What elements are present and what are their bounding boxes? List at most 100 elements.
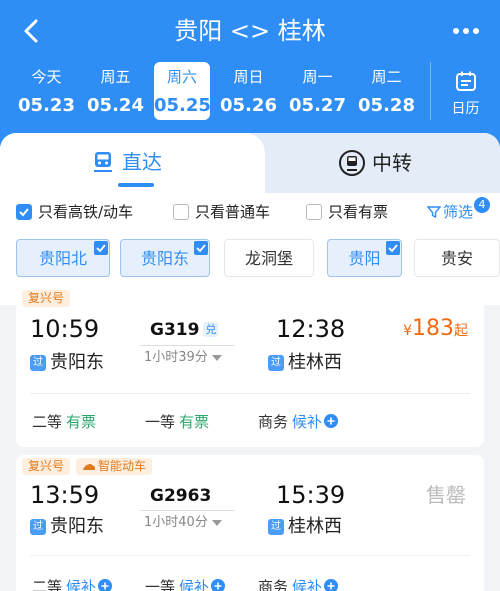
from-station: 过贵阳东: [30, 515, 104, 539]
date-value: 05.25: [154, 95, 211, 116]
price: ¥183起: [403, 315, 468, 345]
checkbox-row: 只看高铁/动车 只看普通车 只看有票 筛选 4: [0, 196, 500, 225]
screen-button[interactable]: 筛选 4: [426, 196, 490, 222]
seat-status: 候补: [66, 577, 97, 591]
filter-regular-checkbox[interactable]: 只看普通车: [173, 201, 270, 222]
train-number: G2963: [150, 485, 211, 507]
date-value: 05.24: [87, 95, 144, 116]
more-icon: [453, 28, 479, 34]
from-station-name: 贵阳东: [50, 352, 104, 373]
date-item-0528[interactable]: 周二 05.28: [352, 62, 421, 120]
direct-train-icon: [94, 152, 112, 172]
station-chip-guiyang[interactable]: 贵阳: [327, 239, 402, 277]
date-item-0527[interactable]: 周一 05.27: [283, 62, 352, 120]
duration[interactable]: 1小时40分: [144, 514, 223, 532]
station-chip-guiyangdong[interactable]: 贵阳东: [120, 239, 210, 277]
train-tag-smart: 智能动车: [76, 458, 153, 475]
price-value: 183: [412, 316, 454, 341]
chip-check-icon: [94, 241, 108, 255]
date-item-0526[interactable]: 周日 05.26: [214, 62, 283, 120]
date-weekday: 周日: [233, 68, 264, 86]
station-chip-label: 贵阳: [348, 249, 381, 268]
duration-text: 1小时39分: [144, 350, 208, 365]
train-number-text: G319: [150, 320, 200, 340]
filter-regular-label: 只看普通车: [195, 203, 271, 221]
station-chip-longdongbao[interactable]: 龙洞堡: [224, 239, 314, 277]
seat-row: 二等 候补 一等 候补 商务 候补: [32, 576, 472, 591]
date-selector: 今天 05.23 周五 05.24 周六 05.25 周日 05.26 周一 05.27 …: [12, 62, 422, 122]
checkbox-checked-icon: [16, 203, 32, 220]
station-chip-guiyangbei[interactable]: 贵阳北: [16, 239, 110, 277]
date-item-0524[interactable]: 周五 05.24: [81, 62, 150, 120]
from-station: 过贵阳东: [30, 351, 104, 375]
seat-first-class[interactable]: 一等 候补: [145, 576, 258, 591]
waitlist-plus-icon: [324, 579, 339, 591]
duration-text: 1小时40分: [144, 515, 208, 530]
filter-funnel-icon: [426, 205, 441, 218]
seat-status: 候补: [292, 577, 323, 591]
tab-direct[interactable]: 直达: [0, 133, 265, 193]
seat-status: 有票: [66, 412, 97, 431]
date-value: 05.27: [289, 95, 346, 116]
screen-label: 筛选: [442, 203, 473, 221]
seat-status: 有票: [179, 412, 210, 431]
date-weekday: 周五: [100, 68, 131, 86]
depart-time: 13:59: [30, 481, 100, 509]
arrive-time: 12:38: [276, 315, 346, 343]
seat-second-class[interactable]: 二等 候补: [32, 576, 145, 591]
seat-first-class: 一等 有票: [145, 411, 258, 431]
train-number-text: G2963: [150, 486, 212, 506]
date-weekday: 周一: [302, 68, 333, 86]
station-chip-label: 贵阳东: [140, 249, 189, 268]
to-station: 过桂林西: [268, 515, 342, 539]
from-station-name: 贵阳东: [50, 516, 104, 537]
more-button[interactable]: [448, 16, 484, 46]
date-value: 05.28: [358, 95, 415, 116]
duration[interactable]: 1小时39分: [144, 349, 223, 367]
station-chip-label: 龙洞堡: [244, 249, 293, 268]
to-station-name: 桂林西: [288, 516, 342, 537]
date-value: 05.26: [220, 95, 277, 116]
tab-transfer[interactable]: 中转: [250, 133, 500, 193]
sold-out-status: 售罄: [426, 483, 466, 507]
seat-class: 商务: [258, 412, 289, 431]
tab-transfer-label: 中转: [372, 151, 412, 175]
via-badge: 过: [268, 355, 284, 371]
exchange-badge: 兑: [203, 322, 219, 337]
seat-status: 候补: [179, 577, 210, 591]
filter-high-speed-checkbox[interactable]: 只看高铁/动车: [16, 201, 133, 222]
train-number: G319 兑: [150, 319, 219, 341]
filter-available-checkbox[interactable]: 只看有票: [306, 201, 388, 222]
date-weekday: 周二: [371, 68, 402, 86]
checkbox-unchecked-icon: [306, 203, 322, 220]
train-card[interactable]: 复兴号 智能动车 13:59 G2963 1小时40分 15:39 售罄 过贵阳…: [16, 455, 484, 591]
to-station: 过桂林西: [268, 351, 342, 375]
waitlist-plus-icon: [98, 579, 113, 591]
smart-train-icon: [83, 463, 96, 470]
seat-class: 二等: [32, 412, 63, 431]
via-badge: 过: [30, 519, 46, 535]
seat-class: 二等: [32, 577, 63, 591]
price-suffix: 起: [454, 323, 468, 339]
date-weekday: 周六: [166, 68, 197, 86]
arrive-time: 15:39: [276, 481, 346, 509]
seat-business-class[interactable]: 商务 候补: [258, 411, 371, 431]
seat-class: 一等: [145, 577, 176, 591]
chip-check-icon: [386, 241, 400, 255]
active-tab-indicator: [118, 183, 154, 187]
date-value: 05.23: [18, 95, 75, 116]
date-item-0523[interactable]: 今天 05.23: [12, 62, 81, 120]
station-chip-guian[interactable]: 贵安: [414, 239, 500, 277]
caret-down-icon: [211, 355, 222, 361]
train-card[interactable]: 复兴号 10:59 G319 兑 1小时39分 12:38 ¥183起 过贵阳东 …: [16, 287, 484, 447]
chip-check-icon: [194, 241, 208, 255]
via-badge: 过: [30, 355, 46, 371]
via-badge: 过: [268, 519, 284, 535]
seat-business-class[interactable]: 商务 候补: [258, 576, 371, 591]
date-weekday: 今天: [31, 68, 62, 86]
train-tag: 复兴号: [22, 290, 71, 307]
screen-count-badge: 4: [474, 196, 490, 213]
filter-high-speed-label: 只看高铁/动车: [38, 203, 134, 221]
date-item-0525-selected[interactable]: 周六 05.25: [154, 62, 211, 120]
calendar-button[interactable]: 日历: [430, 62, 500, 120]
